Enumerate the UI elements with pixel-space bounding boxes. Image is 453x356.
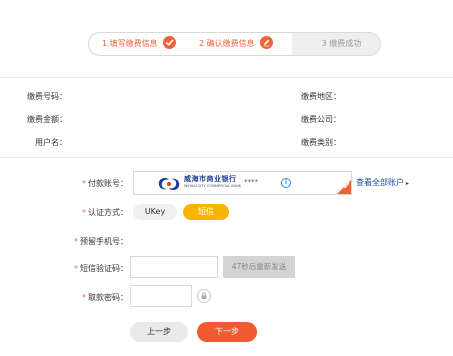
required-asterisk: * [82,293,86,302]
phone-label: * 预留手机号： [48,236,128,247]
sms-code-label: * 短信验证码： [48,263,128,274]
view-all-accounts-link[interactable]: 查看全部账户 ▸ [356,177,409,188]
withdraw-password-input[interactable] [130,285,192,307]
step-fill-info-label: 1 填写缴费信息 [102,39,158,48]
chevron-right-icon: ▸ [404,180,409,187]
divider-middle [0,157,453,158]
auth-sms-option[interactable]: 短信 [183,204,229,220]
check-icon [342,174,350,193]
step-success: 3 缴费成功 [292,33,380,55]
info-icon[interactable]: i [281,178,291,188]
account-label: * 付款账号： [48,178,128,189]
progress-stepper: 1 填写缴费信息 2 确认缴费信息 3 缴费成功 [88,32,381,56]
payment-number-label: 缴费号码： [27,92,67,101]
resend-sms-button[interactable]: 47秒后重新发送 [223,256,295,278]
auth-method-label-text: 认证方式： [88,208,128,217]
required-asterisk: * [74,264,78,273]
account-number-masked: **** [244,178,258,186]
payment-region-label: 缴费地区： [301,92,341,101]
divider-top [0,77,453,78]
account-label-text: 付款账号： [88,179,128,188]
check-icon [163,36,177,49]
sms-code-input[interactable] [130,256,218,278]
step-fill-info: 1 填写缴费信息 [102,33,177,55]
step-confirm-info: 2 确认缴费信息 [199,33,274,55]
required-asterisk: * [82,208,86,217]
payment-amount-label: 缴费金额： [27,115,67,124]
required-asterisk: * [82,179,86,188]
withdraw-password-label: * 取款密码： [48,292,128,303]
edit-icon [260,36,274,49]
view-all-accounts-text: 查看全部账户 [356,178,404,187]
withdraw-password-label-text: 取款密码： [88,293,128,302]
phone-label-text: 预留手机号： [80,237,128,246]
sms-code-label-text: 短信验证码： [80,264,128,273]
lock-icon[interactable] [197,289,211,303]
payment-company-label: 缴费公司： [301,115,341,124]
next-step-button[interactable]: 下一步 [197,322,257,342]
bank-name: 威海市商业银行 [184,175,237,183]
payment-type-label: 缴费类别： [301,138,341,147]
bank-logo-icon [158,176,180,195]
required-asterisk: * [74,237,78,246]
step-confirm-info-label: 2 确认缴费信息 [199,39,255,48]
auth-method-label: * 认证方式： [48,207,128,218]
account-selector[interactable]: 威海市商业银行 WEIHAI CITY COMMERCIAL BANK ****… [133,171,352,195]
bank-name-en: WEIHAI CITY COMMERCIAL BANK [184,184,242,188]
prev-step-button[interactable]: 上一步 [130,322,188,342]
user-name-label: 用户名： [35,138,67,147]
auth-ukey-option[interactable]: UKey [133,204,177,220]
